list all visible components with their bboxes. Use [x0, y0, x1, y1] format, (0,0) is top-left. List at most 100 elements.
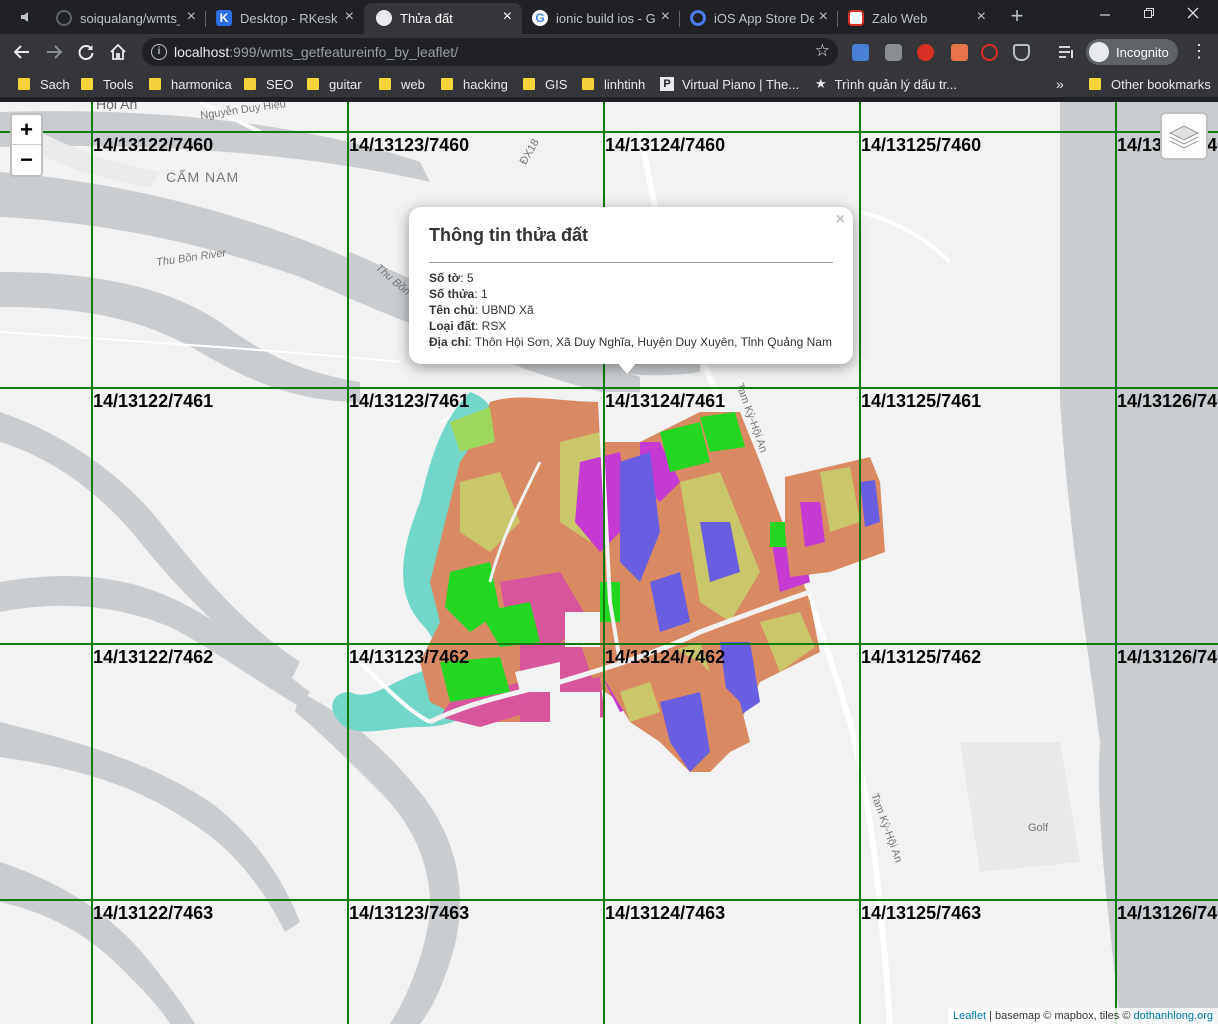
tile-label: 14/13124/7460 [605, 135, 726, 155]
tile-grid-line [0, 131, 1218, 133]
bookmark-folder[interactable]: hacking [441, 75, 508, 93]
tile-label: 14/13126/7463 [1117, 903, 1218, 923]
popup-row-so-thua: Số thửa: 1 [429, 286, 833, 302]
star-icon: ★ [815, 76, 827, 91]
popup-row-loai-dat: Loại đất: RSX [429, 318, 833, 334]
bookmark-link[interactable]: P Virtual Piano | The... [660, 75, 799, 93]
tab-ios-app-store[interactable]: iOS App Store De × [678, 3, 838, 34]
bookmark-folder[interactable]: guitar [307, 75, 362, 93]
browser-menu-icon[interactable]: ⋮ [1190, 42, 1208, 60]
zoom-in-button[interactable]: + [12, 115, 41, 145]
tile-label: 14/13122/7461 [93, 391, 214, 411]
tile-label: 14/13125/7460 [861, 135, 982, 155]
hand-stop-extension-icon[interactable] [917, 44, 934, 61]
tile-grid-line [347, 102, 349, 1024]
pocket-extension-icon[interactable] [1013, 44, 1030, 61]
bookmark-folder[interactable]: harmonica [149, 75, 232, 93]
tile-label: 14/13123/7462 [349, 647, 470, 667]
site-info-icon[interactable]: i [151, 44, 167, 60]
popup-key: Loại đất [429, 319, 476, 333]
bookmark-folder[interactable]: linhtinh [582, 75, 645, 93]
bookmark-label: web [401, 76, 425, 92]
tab-label: soiqualang/wmts_ [80, 11, 180, 26]
close-tab-icon[interactable]: × [503, 9, 512, 25]
bookmark-folder[interactable]: GIS [523, 75, 567, 93]
close-tab-icon[interactable]: × [345, 9, 354, 25]
tile-label: 14/13122/7462 [93, 647, 214, 667]
translate-extension-icon[interactable] [852, 44, 869, 61]
incognito-badge[interactable]: Incognito [1086, 39, 1178, 65]
bookmark-folder[interactable]: SEO [244, 75, 293, 93]
tab-github[interactable]: soiqualang/wmts_ × [44, 3, 206, 34]
extension-icon[interactable] [885, 44, 902, 61]
bookmark-folder[interactable]: Sach [18, 75, 70, 93]
reload-button[interactable] [74, 40, 98, 64]
popup-row-dia-chi: Địa chỉ: Thôn Hội Sơn, Xã Duy Nghĩa, Huy… [429, 334, 833, 350]
tile-label: 14/13123/7460 [349, 135, 470, 155]
popup-value: : 1 [474, 287, 488, 301]
other-bookmarks[interactable]: Other bookmarks [1089, 75, 1211, 93]
new-tab-button[interactable]: + [1006, 5, 1028, 28]
popup-key: Tên chủ [429, 303, 476, 317]
google-icon: G [532, 10, 548, 26]
folder-icon [441, 78, 453, 90]
zoom-out-button[interactable]: − [12, 145, 41, 175]
url-path: :999/wmts_getfeatureinfo_by_leaflet/ [229, 44, 459, 60]
popup-key: Địa chỉ [429, 335, 469, 349]
forward-button[interactable] [42, 40, 66, 64]
feature-info-popup: × Thông tin thửa đất Số tờ: 5 Số thửa: 1… [409, 207, 853, 374]
folder-icon [149, 78, 161, 90]
popup-tip [617, 362, 637, 374]
layers-icon [1168, 125, 1200, 149]
bookmark-link[interactable]: ★ Trình quản lý dấu tr... [815, 75, 957, 93]
tab-label: ionic build ios - G [556, 11, 656, 26]
leaflet-link[interactable]: Leaflet [953, 1010, 986, 1022]
folder-icon [523, 78, 535, 90]
megaphone-extension-icon[interactable] [951, 44, 968, 61]
more-bookmarks-icon[interactable]: » [1056, 76, 1064, 92]
minimize-button[interactable] [1082, 4, 1128, 28]
address-bar[interactable]: i localhost:999/wmts_getfeatureinfo_by_l… [142, 38, 838, 66]
attribution-text: | basemap © mapbox, tiles © [986, 1010, 1134, 1022]
close-tab-icon[interactable]: × [661, 9, 670, 25]
tab-label: iOS App Store De [714, 11, 814, 26]
tile-grid-line [0, 899, 1218, 901]
layers-control-button[interactable] [1160, 112, 1208, 160]
tab-ionic[interactable]: G ionic build ios - G × [520, 3, 680, 34]
home-button[interactable] [106, 40, 130, 64]
back-button[interactable] [10, 40, 34, 64]
close-tab-icon[interactable]: × [187, 9, 196, 25]
tiles-source-link[interactable]: dothanhlong.org [1133, 1010, 1213, 1022]
audio-icon[interactable] [20, 10, 34, 22]
folder-icon [307, 78, 319, 90]
bookmark-star-icon[interactable]: ☆ [815, 41, 830, 61]
popup-key: Số tờ [429, 271, 461, 285]
popup-row-so-to: Số tờ: 5 [429, 270, 833, 286]
restore-button[interactable] [1126, 4, 1172, 28]
bookmark-label: Sach [40, 76, 70, 92]
tile-label: 14/13122/7460 [93, 135, 214, 155]
popup-close-button[interactable]: × [836, 211, 845, 229]
block-extension-icon[interactable] [981, 44, 998, 61]
popup-title: Thông tin thửa đất [429, 225, 589, 245]
tile-label: 14/13123/7461 [349, 391, 470, 411]
tab-thua-dat[interactable]: Thửa đất × [364, 3, 522, 34]
tile-grid-line [0, 387, 1218, 389]
folder-icon [81, 78, 93, 90]
tab-desktop[interactable]: K Desktop - RKesk × [204, 3, 364, 34]
place-label-hoi-an: Hội An [96, 102, 138, 112]
bookmark-label: linhtinh [604, 76, 646, 92]
folder-icon [18, 78, 30, 90]
close-tab-icon[interactable]: × [977, 9, 986, 25]
bookmark-folder[interactable]: web [379, 75, 425, 93]
tab-zalo[interactable]: Zalo Web × [836, 3, 996, 34]
tile-grid-line [1115, 102, 1117, 1024]
close-tab-icon[interactable]: × [819, 9, 828, 25]
close-window-button[interactable] [1170, 4, 1216, 28]
media-control-icon[interactable] [1058, 44, 1075, 61]
tile-grid-line [859, 102, 861, 1024]
map-container[interactable]: Hội An Nguyễn Duy Hiệu CẨM NAM Thu Bồn R… [0, 102, 1218, 1024]
bookmark-label: Tools [103, 76, 134, 92]
popup-value: : Thôn Hội Sơn, Xã Duy Nghĩa, Huyện Duy … [468, 335, 832, 349]
bookmark-folder[interactable]: Tools [81, 75, 133, 93]
